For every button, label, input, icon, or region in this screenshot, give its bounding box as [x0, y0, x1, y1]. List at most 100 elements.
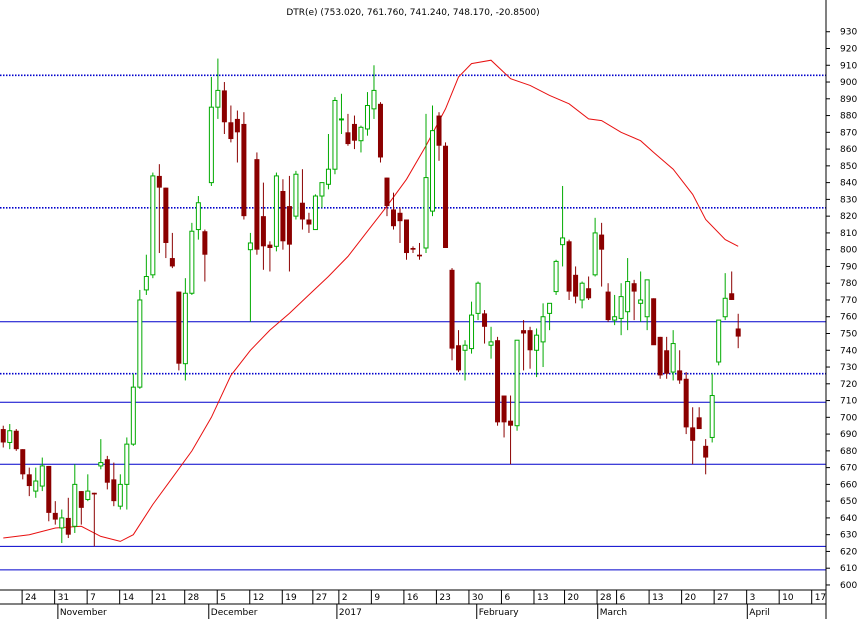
- candle-body: [169, 258, 175, 267]
- y-tick-label: 610: [840, 564, 857, 574]
- x-tick-label: 7: [90, 593, 96, 603]
- candle: [254, 152, 260, 255]
- candle-body: [117, 483, 123, 507]
- candle-body: [410, 248, 416, 250]
- candle-body: [312, 195, 318, 231]
- candle-body: [156, 175, 162, 188]
- candle-body: [7, 430, 13, 443]
- candle-body: [72, 483, 78, 527]
- candle-body: [267, 244, 273, 248]
- candle-body: [345, 132, 351, 145]
- x-tick-label: 28: [600, 593, 612, 603]
- candle-body: [234, 118, 240, 133]
- candle-body: [241, 123, 247, 217]
- x-month-label: February: [479, 608, 520, 618]
- x-tick-label: 9: [374, 593, 380, 603]
- chart-background: [0, 0, 857, 619]
- candle-body: [527, 330, 533, 351]
- y-tick-label: 800: [840, 246, 857, 256]
- candle-body: [475, 282, 481, 314]
- candle-body: [469, 314, 475, 350]
- x-month-label: April: [749, 608, 770, 618]
- candle-body: [91, 492, 97, 495]
- candle-body: [657, 336, 663, 376]
- candle-body: [495, 340, 501, 423]
- candle-body: [540, 316, 546, 343]
- candle-body: [716, 319, 722, 363]
- x-tick-label: 6: [504, 593, 510, 603]
- candle-body: [371, 89, 377, 110]
- candle-body: [534, 334, 540, 351]
- y-tick-label: 600: [840, 581, 857, 591]
- y-tick-label: 680: [840, 447, 857, 457]
- candle-body: [124, 443, 130, 485]
- x-tick-label: 13: [537, 593, 548, 603]
- candle-body: [208, 106, 214, 184]
- candle-body: [592, 232, 598, 276]
- candle-body: [417, 254, 423, 257]
- candle-body: [111, 479, 117, 502]
- x-tick-label: 5: [220, 593, 226, 603]
- candle-body: [254, 159, 260, 250]
- y-tick-label: 900: [840, 78, 857, 88]
- candle-body: [579, 282, 585, 301]
- candle-body: [508, 420, 514, 426]
- candle: [241, 112, 247, 220]
- candle-body: [612, 316, 618, 321]
- candle-body: [605, 291, 611, 321]
- candle-body: [33, 480, 39, 492]
- y-tick-label: 830: [840, 195, 857, 205]
- candle-body: [722, 297, 728, 318]
- candle: [293, 170, 299, 220]
- y-tick-label: 710: [840, 397, 857, 407]
- x-tick-label: 27: [316, 593, 327, 603]
- candle-body: [202, 231, 208, 255]
- candle-body: [423, 177, 429, 249]
- candle-body: [59, 517, 65, 529]
- candle-body: [573, 274, 579, 297]
- candle-body: [26, 474, 32, 487]
- candle: [176, 291, 182, 371]
- candle-body: [384, 177, 390, 207]
- candle-body: [325, 168, 331, 185]
- candle-body: [13, 430, 19, 450]
- candle-body: [436, 115, 442, 146]
- candle-body: [456, 345, 462, 371]
- x-tick-label: 27: [717, 593, 728, 603]
- candle-body: [0, 429, 6, 443]
- y-tick-label: 930: [840, 28, 857, 38]
- candle-body: [332, 99, 338, 170]
- candle-body: [319, 182, 325, 197]
- chart-root: DTR(e) (753.020, 761.760, 741.240, 748.1…: [0, 0, 857, 619]
- candle-body: [547, 302, 553, 314]
- candle-body: [273, 175, 279, 247]
- candle-body: [403, 219, 409, 254]
- candle-body: [46, 465, 52, 513]
- x-tick-label: 24: [25, 593, 37, 603]
- candle-body: [638, 299, 644, 304]
- y-tick-label: 630: [840, 531, 857, 541]
- y-tick-label: 850: [840, 162, 857, 172]
- x-tick-label: 12: [253, 593, 264, 603]
- x-tick-label: 17: [815, 593, 826, 603]
- candle-body: [709, 395, 715, 438]
- candle-body: [85, 490, 91, 500]
- y-tick-label: 700: [840, 413, 857, 423]
- candle: [377, 102, 383, 163]
- candle-body: [299, 202, 305, 220]
- candle: [683, 372, 689, 435]
- candle-body: [677, 370, 683, 381]
- y-tick-label: 790: [840, 262, 857, 272]
- candle-body: [280, 191, 286, 242]
- candle: [495, 336, 501, 426]
- y-tick-label: 810: [840, 229, 857, 239]
- y-tick-label: 670: [840, 464, 857, 474]
- candle-body: [488, 341, 494, 346]
- candle-body: [462, 344, 468, 351]
- candle-body: [443, 145, 449, 248]
- candle: [657, 336, 663, 379]
- candle-body: [247, 242, 253, 251]
- candle-body: [143, 276, 149, 291]
- candle-body: [137, 299, 143, 388]
- y-tick-label: 640: [840, 514, 857, 524]
